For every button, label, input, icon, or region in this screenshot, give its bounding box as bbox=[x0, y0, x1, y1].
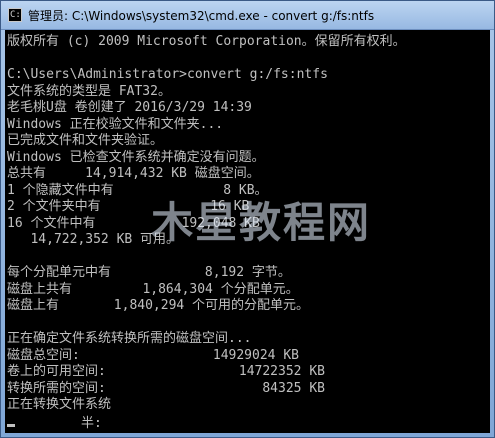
console-line: 磁盘上有 1,840,294 个可用的分配单元。 bbox=[7, 298, 310, 313]
console-line: 1 个隐藏文件中有 8 KB。 bbox=[7, 182, 268, 198]
console-line: 版权所有 (c) 2009 Microsoft Corporation。保留所有… bbox=[7, 34, 406, 49]
console-line: 磁盘上共有 1,864,304 个分配单元。 bbox=[7, 281, 299, 297]
console-output[interactable]: 版权所有 (c) 2009 Microsoft Corporation。保留所有… bbox=[5, 30, 490, 433]
progress-text: 半: bbox=[81, 416, 102, 432]
cmd-window: C: 管理员: C:\Windows\system32\cmd.exe - co… bbox=[0, 0, 495, 438]
console-line: 16 个文件中有 192,048 KB bbox=[7, 215, 260, 231]
cmd-icon[interactable]: C: bbox=[8, 8, 22, 22]
console-line: 14,722,352 KB 可用。 bbox=[7, 232, 180, 247]
console-line: Windows 已检查文件系统并确定没有问题。 bbox=[7, 149, 265, 165]
console-line: Windows 正在校验文件和文件夹... bbox=[7, 116, 224, 132]
console-line: 转换所需的空间: 84325 KB bbox=[7, 380, 325, 396]
console-line: C:\Users\Administrator>convert g:/fs:ntf… bbox=[7, 67, 328, 82]
console-line: 已完成文件和文件夹验证。 bbox=[7, 133, 164, 148]
cursor-line: 半: bbox=[7, 414, 406, 431]
console-line: 文件系统的类型是 FAT32。 bbox=[7, 83, 171, 99]
console-line: 总共有 14,914,432 KB 磁盘空间。 bbox=[7, 166, 260, 181]
text-cursor bbox=[7, 424, 15, 428]
console-lines: 版权所有 (c) 2009 Microsoft Corporation。保留所有… bbox=[7, 34, 406, 431]
console-line: 卷上的可用空间: 14722352 KB bbox=[7, 364, 325, 379]
console-line: 2 个文件夹中有 16 KB bbox=[7, 199, 250, 214]
console-line: 老毛桃U盘 卷创建了 2016/3/29 14:39 bbox=[7, 100, 252, 115]
console-line: 每个分配单元中有 8,192 字节。 bbox=[7, 265, 291, 280]
console-line: 正在转换文件系统 bbox=[7, 397, 112, 412]
window-title: 管理员: C:\Windows\system32\cmd.exe - conve… bbox=[28, 8, 375, 23]
console-line: 磁盘总空间: 14929024 KB bbox=[7, 347, 299, 363]
title-bar[interactable]: C: 管理员: C:\Windows\system32\cmd.exe - co… bbox=[1, 1, 494, 30]
console-line: 正在确定文件系统转换所需的磁盘空间... bbox=[7, 331, 252, 346]
